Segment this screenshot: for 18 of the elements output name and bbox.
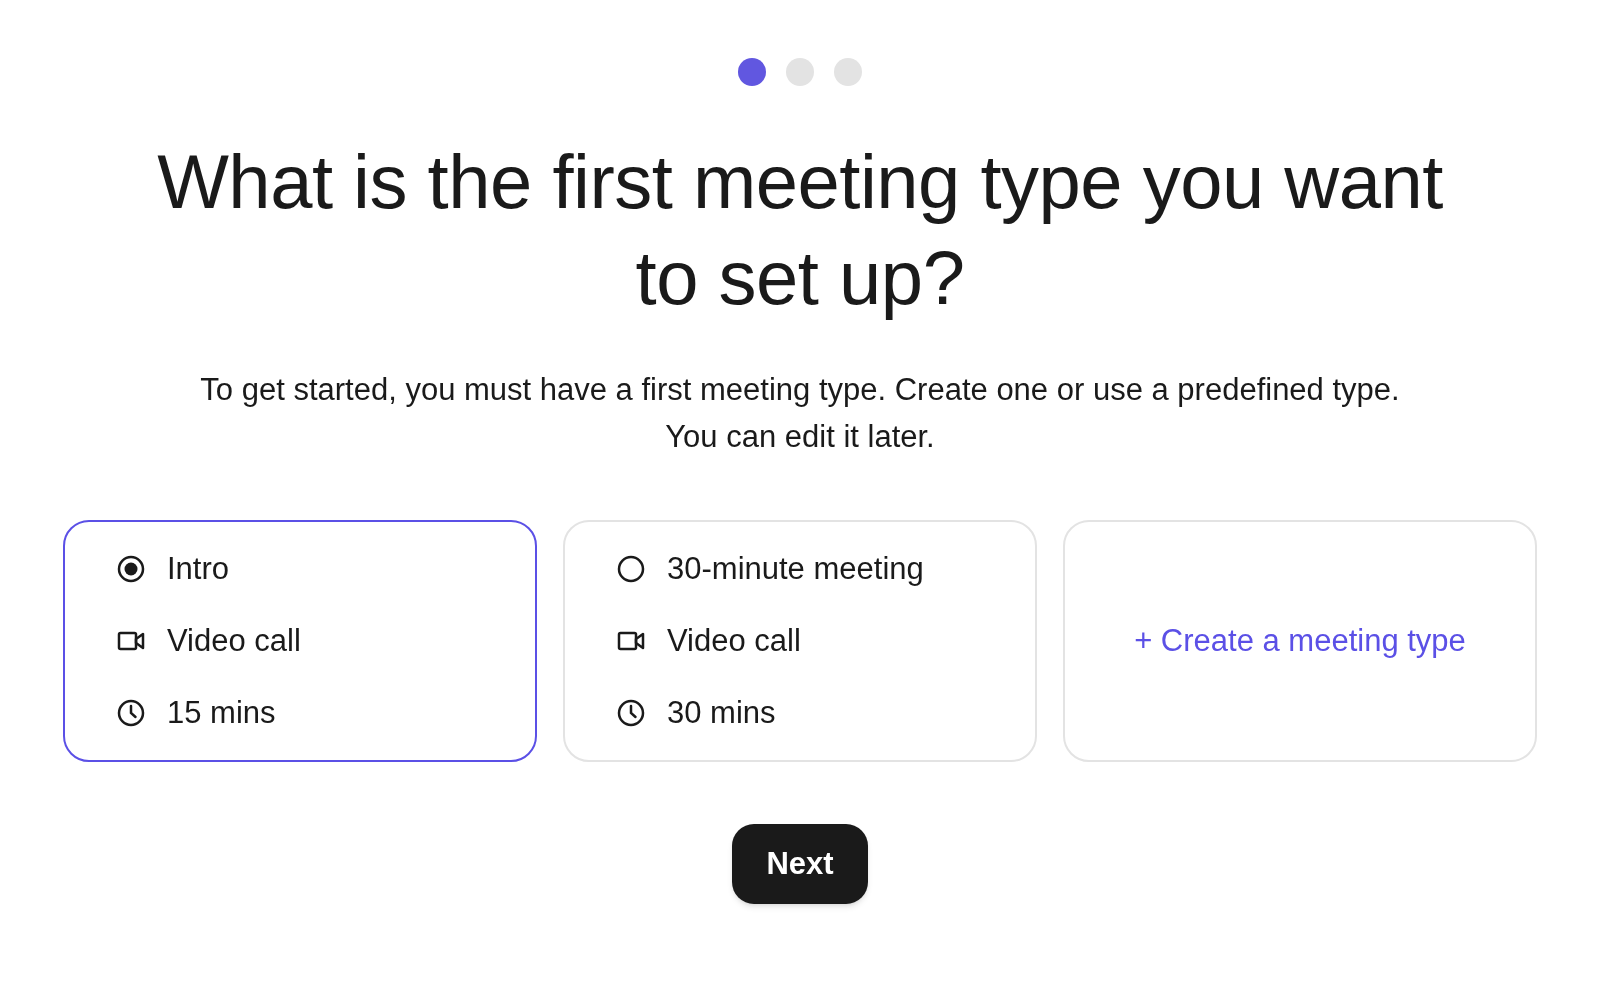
meeting-location: Video call [167, 621, 301, 660]
create-meeting-type-card[interactable]: + Create a meeting type [1063, 520, 1537, 762]
create-meeting-type-link[interactable]: + Create a meeting type [1134, 617, 1466, 665]
meeting-duration: 30 mins [667, 693, 776, 732]
meeting-name: Intro [167, 549, 230, 588]
meeting-name: 30-minute meeting [667, 549, 924, 588]
radio-button[interactable] [117, 555, 145, 583]
page-title: What is the first meeting type you want to set up? [156, 138, 1444, 322]
meeting-type-card[interactable]: Intro Video call 15 mins [63, 520, 537, 762]
clock-icon [117, 699, 145, 727]
intro-text: You can edit it later. [665, 418, 935, 456]
radio-button[interactable] [617, 555, 645, 583]
meeting-type-card[interactable]: 30-minute meeting Video call 30 mins [563, 520, 1037, 762]
meeting-duration: 15 mins [167, 693, 276, 732]
clock-icon [617, 699, 645, 727]
intro-text: To get started, you must have a first meeting type. Create one or use a predefined type. [200, 371, 1400, 409]
next-button[interactable]: Next [732, 824, 868, 904]
meeting-location: Video call [667, 621, 801, 660]
